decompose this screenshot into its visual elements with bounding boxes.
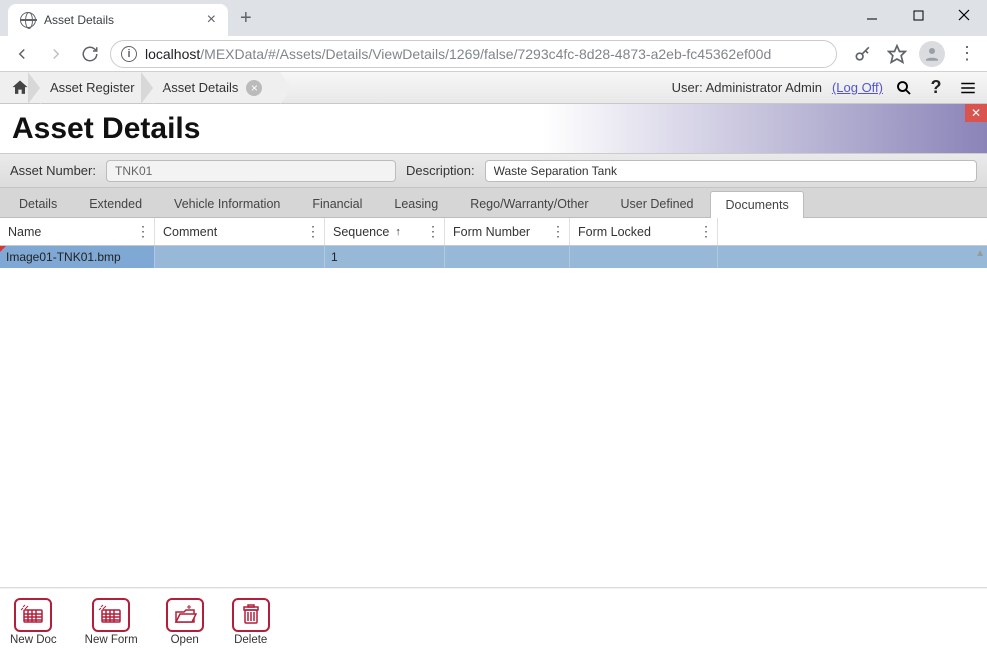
col-menu-icon[interactable]: ⋮ bbox=[551, 223, 563, 240]
search-icon[interactable] bbox=[893, 79, 915, 97]
cell-comment[interactable] bbox=[155, 246, 325, 268]
banner-close-button[interactable]: ✕ bbox=[965, 104, 987, 122]
documents-grid: Name⋮ Comment⋮ Sequence↑⋮ Form Number⋮ F… bbox=[0, 218, 987, 588]
window-close-button[interactable] bbox=[941, 0, 987, 30]
table-row[interactable]: Image01-TNK01.bmp 1 bbox=[0, 246, 987, 268]
col-menu-icon[interactable]: ⋮ bbox=[136, 223, 148, 240]
star-icon[interactable] bbox=[885, 42, 909, 66]
hamburger-menu-icon[interactable] bbox=[957, 79, 979, 97]
window-controls bbox=[849, 0, 987, 30]
reload-button[interactable] bbox=[76, 40, 104, 68]
new-tab-button[interactable]: + bbox=[240, 7, 252, 30]
col-menu-icon[interactable]: ⋮ bbox=[699, 223, 711, 240]
tab-extended[interactable]: Extended bbox=[74, 190, 157, 217]
col-menu-icon[interactable]: ⋮ bbox=[426, 223, 438, 240]
cell-name[interactable]: Image01-TNK01.bmp bbox=[0, 246, 155, 268]
cell-form-locked[interactable] bbox=[570, 246, 718, 268]
open-button[interactable]: Open bbox=[166, 598, 204, 646]
col-menu-icon[interactable]: ⋮ bbox=[306, 223, 318, 240]
new-form-button[interactable]: New Form bbox=[85, 598, 138, 646]
tab-title: Asset Details bbox=[44, 13, 199, 27]
description-field[interactable] bbox=[485, 160, 977, 182]
tab-details[interactable]: Details bbox=[4, 190, 72, 217]
minimize-button[interactable] bbox=[849, 0, 895, 30]
browser-address-bar: i localhost/MEXData/#/Assets/Details/Vie… bbox=[0, 36, 987, 72]
description-label: Description: bbox=[406, 163, 475, 178]
asset-number-label: Asset Number: bbox=[10, 163, 96, 178]
user-label: User: Administrator Admin bbox=[672, 80, 822, 95]
browser-titlebar: Asset Details × + bbox=[0, 0, 987, 36]
grid-header: Name⋮ Comment⋮ Sequence↑⋮ Form Number⋮ F… bbox=[0, 218, 987, 246]
scroll-up-icon[interactable]: ▲ bbox=[975, 248, 985, 259]
col-comment[interactable]: Comment⋮ bbox=[155, 218, 325, 245]
col-sequence[interactable]: Sequence↑⋮ bbox=[325, 218, 445, 245]
tab-vehicle-information[interactable]: Vehicle Information bbox=[159, 190, 295, 217]
bottom-toolbar: New Doc New Form Open Delete bbox=[0, 588, 987, 654]
asset-number-field[interactable] bbox=[106, 160, 396, 182]
cell-form-number[interactable] bbox=[445, 246, 570, 268]
kebab-menu-icon[interactable]: ⋮ bbox=[955, 42, 979, 66]
col-form-number[interactable]: Form Number⋮ bbox=[445, 218, 570, 245]
tab-leasing[interactable]: Leasing bbox=[379, 190, 453, 217]
profile-avatar[interactable] bbox=[919, 41, 945, 67]
tab-user-defined[interactable]: User Defined bbox=[606, 190, 709, 217]
maximize-button[interactable] bbox=[895, 0, 941, 30]
col-name[interactable]: Name⋮ bbox=[0, 218, 155, 245]
new-doc-button[interactable]: New Doc bbox=[10, 598, 57, 646]
globe-icon bbox=[20, 12, 36, 28]
url-text: localhost/MEXData/#/Assets/Details/ViewD… bbox=[145, 46, 771, 62]
url-field[interactable]: i localhost/MEXData/#/Assets/Details/Vie… bbox=[110, 40, 837, 68]
tab-documents[interactable]: Documents bbox=[710, 191, 803, 218]
tab-rego-warranty-other[interactable]: Rego/Warranty/Other bbox=[455, 190, 603, 217]
key-icon[interactable] bbox=[851, 42, 875, 66]
back-button[interactable] bbox=[8, 40, 36, 68]
close-tab-icon[interactable]: × bbox=[207, 11, 216, 29]
app-breadcrumb-bar: Asset Register Asset Details× User: Admi… bbox=[0, 72, 987, 104]
help-icon[interactable]: ? bbox=[925, 77, 947, 98]
browser-tab[interactable]: Asset Details × bbox=[8, 4, 228, 36]
cell-sequence[interactable]: 1 bbox=[325, 246, 445, 268]
sort-asc-icon: ↑ bbox=[395, 226, 401, 238]
site-info-icon[interactable]: i bbox=[121, 46, 137, 62]
asset-form-row: Asset Number: Description: bbox=[0, 154, 987, 188]
tab-financial[interactable]: Financial bbox=[297, 190, 377, 217]
delete-button[interactable]: Delete bbox=[232, 598, 270, 646]
log-off-link[interactable]: (Log Off) bbox=[832, 80, 883, 95]
forward-button[interactable] bbox=[42, 40, 70, 68]
close-crumb-icon[interactable]: × bbox=[246, 80, 262, 96]
col-form-locked[interactable]: Form Locked⋮ bbox=[570, 218, 718, 245]
tab-strip: Details Extended Vehicle Information Fin… bbox=[0, 188, 987, 218]
page-banner: Asset Details ✕ bbox=[0, 104, 987, 154]
page-title: Asset Details bbox=[12, 112, 200, 146]
